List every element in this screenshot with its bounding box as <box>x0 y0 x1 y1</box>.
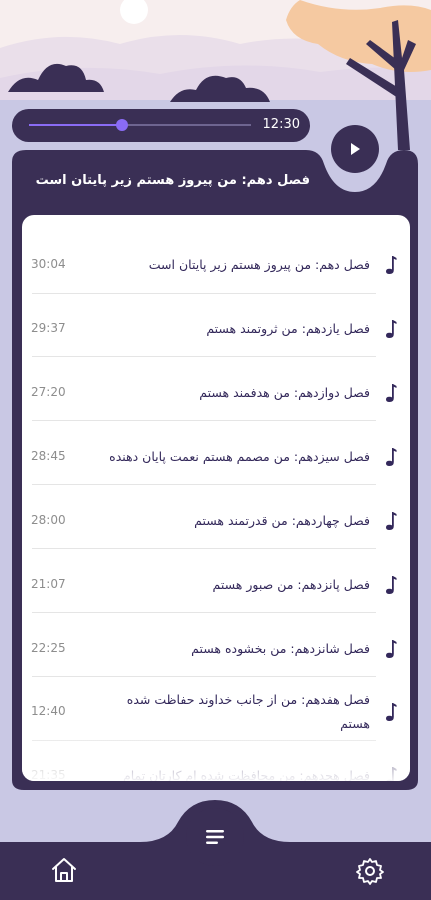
track-title: فصل سیزدهم: من مصمم هستم نعمت پایان دهند… <box>109 449 370 464</box>
music-note-icon <box>386 448 397 466</box>
track-row[interactable]: 21:07 فصل پانزدهم: من صبور هستم <box>22 557 410 613</box>
row-divider <box>32 612 376 613</box>
track-title: فصل چهاردهم: من قدرتمند هستم <box>194 513 370 528</box>
music-note-icon <box>386 320 397 338</box>
row-divider <box>32 548 376 549</box>
track-row[interactable]: 12:40 فصل هفدهم: من از جانب خداوند حفاظت … <box>22 684 410 740</box>
music-note-icon <box>386 576 397 594</box>
track-duration: 21:35 <box>31 768 66 781</box>
track-duration: 30:04 <box>31 257 66 271</box>
track-title: فصل شانزدهم: من بخشوده هستم <box>191 641 370 656</box>
track-row[interactable]: 22:25 فصل شانزدهم: من بخشوده هستم <box>22 621 410 677</box>
music-note-icon <box>386 703 397 721</box>
row-divider <box>32 484 376 485</box>
music-note-icon <box>386 640 397 658</box>
row-divider <box>32 356 376 357</box>
music-note-icon <box>386 512 397 530</box>
play-button[interactable] <box>331 125 379 173</box>
row-divider <box>32 740 376 741</box>
now-playing-title: فصل دهم: من پیروز هستم زیر پایتان است <box>35 173 310 188</box>
progress-fill <box>29 124 123 126</box>
track-title: فصل دوازدهم: من هدفمند هستم <box>199 385 370 400</box>
progress-track[interactable] <box>29 119 251 131</box>
play-icon <box>351 143 360 155</box>
track-title: فصل دهم: من پیروز هستم زیر پایتان است <box>148 257 370 272</box>
menu-icon <box>206 830 224 844</box>
track-row[interactable]: 28:45 فصل سیزدهم: من مصمم هستم نعمت پایان… <box>22 429 410 485</box>
music-note-icon <box>386 256 397 274</box>
row-divider <box>32 293 376 294</box>
row-divider <box>32 420 376 421</box>
track-row[interactable]: 29:37 فصل یازدهم: من ثروتمند هستم <box>22 301 410 357</box>
track-row[interactable]: 21:35 فصل هجدهم: من محافظت شده ام کارتان … <box>22 748 410 781</box>
audio-player-bar: 12:30 <box>12 109 310 142</box>
track-row[interactable]: 27:20 فصل دوازدهم: من هدفمند هستم <box>22 365 410 421</box>
track-title: فصل هجدهم: من محافظت شده ام کارتان تمام <box>122 768 370 781</box>
track-title: فصل پانزدهم: من صبور هستم <box>212 577 370 592</box>
playback-time: 12:30 <box>262 117 300 132</box>
track-title: فصل یازدهم: من ثروتمند هستم <box>206 321 370 336</box>
progress-knob[interactable] <box>116 119 129 131</box>
music-note-icon <box>386 384 397 402</box>
track-duration: 27:20 <box>31 385 66 399</box>
menu-button[interactable] <box>186 808 244 866</box>
home-icon <box>52 858 76 882</box>
track-row[interactable]: 28:00 فصل چهاردهم: من قدرتمند هستم <box>22 493 410 549</box>
row-divider <box>32 676 376 677</box>
track-duration: 28:00 <box>31 513 66 527</box>
gear-icon <box>356 858 384 885</box>
track-title: فصل هفدهم: من از جانب خداوند حفاظت شده ه… <box>126 692 370 731</box>
music-note-icon <box>386 767 397 781</box>
home-button[interactable] <box>48 854 80 886</box>
track-row[interactable]: 30:04 فصل دهم: من پیروز هستم زیر پایتان ا… <box>22 237 410 293</box>
settings-button[interactable] <box>354 855 386 887</box>
track-duration: 29:37 <box>31 321 66 335</box>
track-duration: 22:25 <box>31 641 66 655</box>
track-duration: 28:45 <box>31 449 66 463</box>
track-duration: 12:40 <box>31 704 66 718</box>
track-list: 30:04 فصل دهم: من پیروز هستم زیر پایتان ا… <box>22 215 410 781</box>
track-duration: 21:07 <box>31 577 66 591</box>
